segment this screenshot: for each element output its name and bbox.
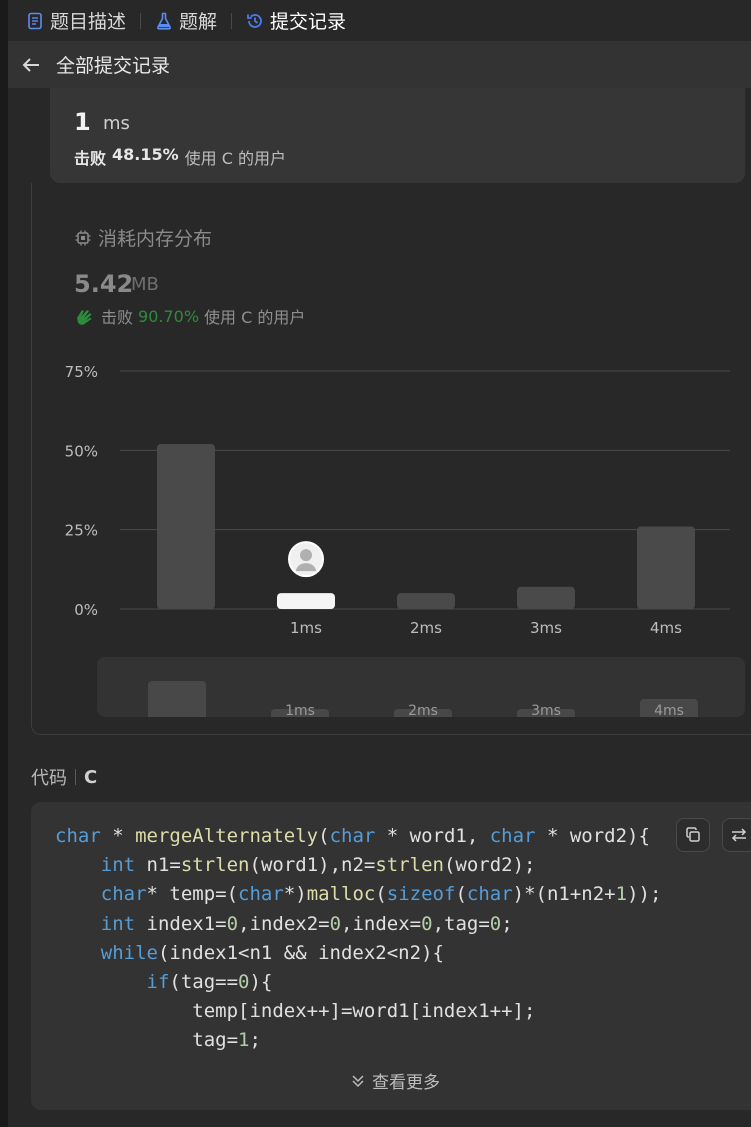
runtime-beat-percent: 48.15% — [112, 145, 179, 164]
code-label-divider — [75, 769, 76, 785]
submissions-header: 全部提交记录 — [8, 41, 751, 88]
copy-button[interactable] — [676, 818, 710, 852]
switch-button[interactable] — [722, 818, 751, 852]
chart-bar — [277, 593, 335, 609]
memory-beat-percent: 90.70% — [138, 306, 200, 326]
show-more-label: 查看更多 — [372, 1073, 440, 1093]
navigator-tick-label: 4ms — [654, 703, 684, 717]
copy-icon — [686, 827, 700, 842]
memory-title: 消耗内存分布 — [74, 224, 212, 251]
memory-distribution-chart: 75% 50% 25% 0% 1ms 2ms 3ms 4ms — [65, 363, 730, 637]
chart-bar — [397, 593, 455, 609]
document-icon — [28, 12, 42, 29]
code-header: 代码 C — [31, 764, 97, 790]
tab-solutions-label: 题解 — [179, 11, 218, 33]
runtime-card: 1 ms 击败 48.15% 使用 C 的用户 — [50, 88, 745, 183]
tab-description-label: 题目描述 — [50, 11, 127, 33]
back-arrow-icon[interactable] — [20, 54, 42, 76]
x-tick-label: 3ms — [530, 619, 562, 637]
y-tick-label: 25% — [65, 522, 98, 540]
navigator-bar — [148, 680, 206, 717]
code-label: 代码 — [31, 768, 67, 789]
tab-submissions[interactable]: 提交记录 — [246, 5, 346, 37]
code-block: char * mergeAlternately(char * word1, ch… — [31, 802, 751, 1110]
memory-title-label: 消耗内存分布 — [98, 228, 213, 250]
tab-submissions-label: 提交记录 — [270, 11, 347, 33]
memory-beat-suffix: 使用 C 的用户 — [204, 308, 306, 327]
left-gutter — [0, 0, 8, 1127]
code-language: C — [84, 766, 98, 788]
tab-divider — [231, 12, 233, 29]
code-content[interactable]: char * mergeAlternately(char * word1, ch… — [55, 822, 661, 1056]
chart-bar — [157, 443, 215, 609]
chart-bar — [637, 526, 695, 609]
x-tick-label: 1ms — [290, 619, 322, 637]
clap-icon — [77, 310, 92, 325]
tab-bar: 题目描述 题解 提交记录 — [8, 0, 751, 41]
memory-value: 5.42 — [74, 270, 134, 298]
navigator-tick-label: 2ms — [408, 703, 438, 717]
swap-icon — [731, 828, 747, 842]
runtime-beat-label: 击败 — [74, 149, 107, 168]
runtime-beat: 击败 48.15% 使用 C 的用户 — [74, 145, 286, 169]
submission-panel: 题目描述 题解 提交记录 全部提交记录 1 ms 击败 48.15% 使用 C … — [8, 0, 751, 1127]
memory-unit: MB — [131, 274, 159, 295]
avatar-head — [300, 549, 312, 562]
tab-solutions[interactable]: 题解 — [155, 5, 217, 37]
page-title: 全部提交记录 — [56, 55, 171, 77]
navigator-tick-label: 1ms — [285, 703, 315, 717]
history-icon — [247, 13, 262, 28]
y-tick-label: 75% — [65, 363, 98, 381]
memory-beat: 击败 90.70% 使用 C 的用户 — [74, 304, 305, 328]
x-tick-label: 4ms — [650, 619, 682, 637]
chart-navigator-svg: 1ms 2ms 3ms 4ms — [148, 680, 698, 717]
x-tick-label: 2ms — [410, 619, 442, 637]
chip-icon — [75, 230, 91, 245]
y-tick-label: 0% — [74, 601, 98, 619]
memory-beat-label: 击败 — [101, 308, 134, 327]
flask-icon — [157, 12, 171, 30]
tab-divider — [140, 12, 142, 29]
chart-bar — [517, 586, 575, 609]
runtime-beat-suffix: 使用 C 的用户 — [184, 149, 287, 168]
y-tick-label: 50% — [65, 442, 98, 460]
tab-description[interactable]: 题目描述 — [26, 5, 126, 37]
chart-navigator[interactable]: 1ms 2ms 3ms 4ms — [97, 657, 745, 717]
double-chevron-down-icon — [352, 1074, 364, 1087]
show-more-button[interactable]: 查看更多 — [31, 1068, 751, 1093]
navigator-tick-label: 3ms — [531, 703, 561, 717]
runtime-value: 1 — [74, 108, 91, 136]
runtime-unit: ms — [103, 113, 130, 134]
